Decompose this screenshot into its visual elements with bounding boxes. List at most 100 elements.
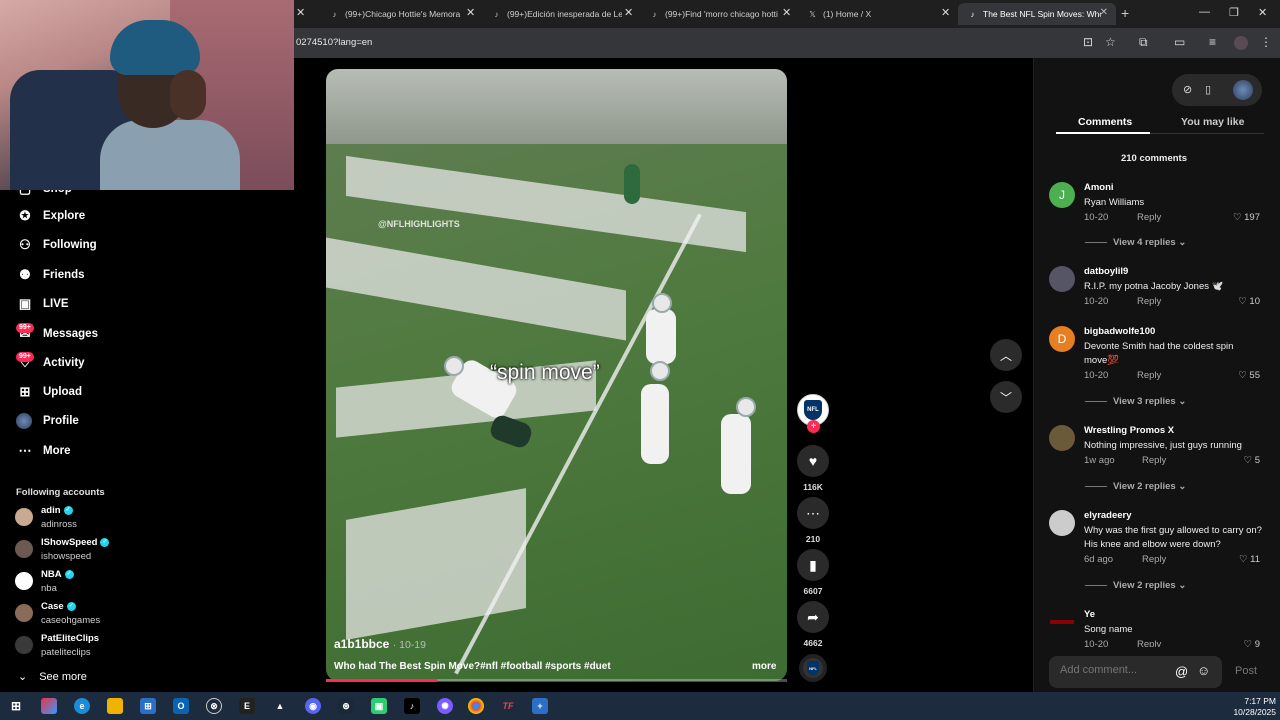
comment-like-button[interactable]: ♡ 55 (1238, 370, 1260, 381)
tab-close-icon[interactable]: ✕ (941, 6, 950, 19)
browser-tab-2[interactable]: ♪ (99+)Edición inesperada de Lel (482, 3, 623, 25)
xbox-icon[interactable]: ⊗ (206, 698, 222, 714)
sidebar-item-following[interactable]: ⚇ Following (16, 236, 96, 254)
comment-username[interactable]: bigbadwolfe100 (1084, 326, 1155, 337)
edge-icon[interactable]: e (74, 698, 90, 714)
game-app-icon[interactable]: ▣ (371, 698, 387, 714)
avatar[interactable] (1049, 609, 1075, 635)
like-button[interactable]: ♥ (797, 445, 829, 477)
following-account[interactable]: adin ✓ adinross (15, 505, 77, 530)
outlook-icon[interactable]: O (173, 698, 189, 714)
file-explorer-icon[interactable] (107, 698, 123, 714)
network-app-icon[interactable]: ▲ (272, 698, 288, 714)
steam-icon[interactable]: ⊛ (338, 698, 354, 714)
profile-avatar[interactable] (1234, 36, 1248, 50)
comment-username[interactable]: Wrestling Promos X (1084, 425, 1174, 436)
comment-like-button[interactable]: ♡ 9 (1244, 639, 1260, 647)
reply-button[interactable]: Reply (1142, 554, 1166, 565)
video-author[interactable]: a1b1bbce · 10-19 (334, 637, 426, 651)
avatar[interactable] (1049, 510, 1075, 536)
tab-you-may-like[interactable]: You may like (1181, 116, 1244, 128)
view-replies-button[interactable]: View 3 replies ⌄ (1085, 396, 1186, 407)
tiktok-studio-icon[interactable]: TF (500, 698, 516, 714)
taskbar-clock[interactable]: 7:17 PM 10/28/2025 (1228, 696, 1276, 718)
save-button[interactable]: ▮ (797, 549, 829, 581)
url-text[interactable]: 0274510?lang=en (296, 37, 372, 48)
following-account[interactable]: NBA ✓ nba (15, 569, 74, 594)
view-replies-button[interactable]: View 4 replies ⌄ (1085, 237, 1186, 248)
browser-menu-icon[interactable]: ⋮ (1260, 35, 1272, 49)
music-disc[interactable]: NFL (799, 654, 827, 682)
browser-tab-active[interactable]: ♪ The Best NFL Spin Moves: Who ✕ (958, 3, 1116, 25)
following-account[interactable]: PatEliteClips pateliteclips (15, 633, 99, 658)
explore-icon[interactable]: ⊘ (1183, 83, 1192, 96)
new-tab-button[interactable]: + (1121, 5, 1129, 21)
minimize-button[interactable]: — (1199, 6, 1210, 18)
sidebar-item-live[interactable]: ▣ LIVE (16, 295, 69, 313)
avatar[interactable] (1049, 425, 1075, 451)
tab-close-icon[interactable]: ✕ (1100, 7, 1108, 18)
following-account[interactable]: Case ✓ caseohgames (15, 601, 100, 626)
add-app-icon[interactable]: + (532, 698, 548, 714)
comment-like-button[interactable]: ♡ 11 (1239, 554, 1260, 565)
sidebar-item-friends[interactable]: ⚉ Friends (16, 266, 84, 284)
tab-close-icon[interactable]: ✕ (466, 6, 475, 19)
avatar[interactable] (1233, 80, 1253, 100)
comment-like-button[interactable]: ♡ 197 (1233, 212, 1260, 223)
comment-like-button[interactable]: ♡ 10 (1238, 296, 1260, 307)
reply-button[interactable]: Reply (1142, 455, 1166, 466)
install-app-icon[interactable]: ⊡ (1083, 35, 1093, 49)
view-replies-button[interactable]: View 2 replies ⌄ (1085, 580, 1186, 591)
reply-button[interactable]: Reply (1137, 296, 1161, 307)
comment-username[interactable]: Ye (1084, 609, 1095, 620)
reply-button[interactable]: Reply (1137, 212, 1161, 223)
sidebar-item-more[interactable]: ⋯ More (16, 442, 71, 460)
comment-username[interactable]: elyradeery (1084, 510, 1132, 521)
bookmark-star-icon[interactable]: ☆ (1105, 35, 1116, 49)
browser-tab-3[interactable]: ♪ (99+)Find 'morro chicago hottie (640, 3, 779, 25)
view-replies-button[interactable]: View 2 replies ⌄ (1085, 481, 1186, 492)
reply-button[interactable]: Reply (1137, 370, 1161, 381)
browser-tab-1[interactable]: ♪ (99+)Chicago Hottie's Memora (320, 3, 488, 25)
comment-username[interactable]: Amoni (1084, 182, 1114, 193)
tab-comments[interactable]: Comments (1078, 116, 1132, 128)
avatar[interactable]: J (1049, 182, 1075, 208)
previous-video-button[interactable]: ︿ (990, 339, 1022, 371)
see-more-button[interactable]: ⌄ See more (18, 670, 87, 684)
music-app-icon[interactable]: ✺ (437, 698, 453, 714)
device-icon[interactable]: ▯ (1205, 83, 1211, 96)
avatar[interactable]: D (1049, 326, 1075, 352)
video-progress-bar[interactable] (326, 679, 787, 682)
follow-plus-button[interactable]: + (807, 420, 820, 433)
comment-username[interactable]: datboylil9 (1084, 266, 1128, 277)
browser-tab-4[interactable]: 𝕏 (1) Home / X (798, 3, 928, 25)
tiktok-icon[interactable]: ♪ (404, 698, 420, 714)
avatar[interactable] (1049, 266, 1075, 292)
start-icon[interactable]: ⊞ (8, 698, 24, 714)
post-button[interactable]: Post (1235, 665, 1257, 677)
chrome-icon[interactable] (468, 698, 484, 714)
share-button[interactable]: ➦ (797, 601, 829, 633)
comment-button[interactable]: ⋯ (797, 497, 829, 529)
tab-close-icon[interactable]: ✕ (624, 6, 633, 19)
sidebar-item-profile[interactable]: Profile (16, 413, 79, 429)
store-icon[interactable]: ⊞ (140, 698, 156, 714)
reply-button[interactable]: Reply (1137, 639, 1161, 647)
discord-icon[interactable]: ◉ (305, 698, 321, 714)
restore-button[interactable]: ❐ (1229, 6, 1239, 19)
sidebar-item-upload[interactable]: ⊞ Upload (16, 383, 82, 401)
close-window-button[interactable]: ✕ (1258, 6, 1267, 19)
next-video-button[interactable]: ﹀ (990, 381, 1022, 413)
epic-games-icon[interactable]: E (239, 698, 255, 714)
split-screen-icon[interactable]: ▭ (1174, 35, 1185, 49)
video-player[interactable]: @NFLHIGHLIGHTS “spin move” (326, 69, 787, 681)
comment-like-button[interactable]: ♡ 5 (1244, 455, 1260, 466)
following-account[interactable]: IShowSpeed ✓ ishowspeed (15, 537, 110, 562)
media-controls-icon[interactable]: ≡ (1209, 35, 1216, 49)
comment-input[interactable] (1060, 664, 1170, 676)
mention-icon[interactable]: @ (1175, 664, 1188, 679)
tab-close-icon[interactable]: ✕ (782, 6, 791, 19)
copilot-icon[interactable] (41, 698, 57, 714)
sidebar-item-explore[interactable]: ✪ Explore (16, 207, 86, 225)
emoji-icon[interactable]: ☺ (1197, 663, 1210, 678)
